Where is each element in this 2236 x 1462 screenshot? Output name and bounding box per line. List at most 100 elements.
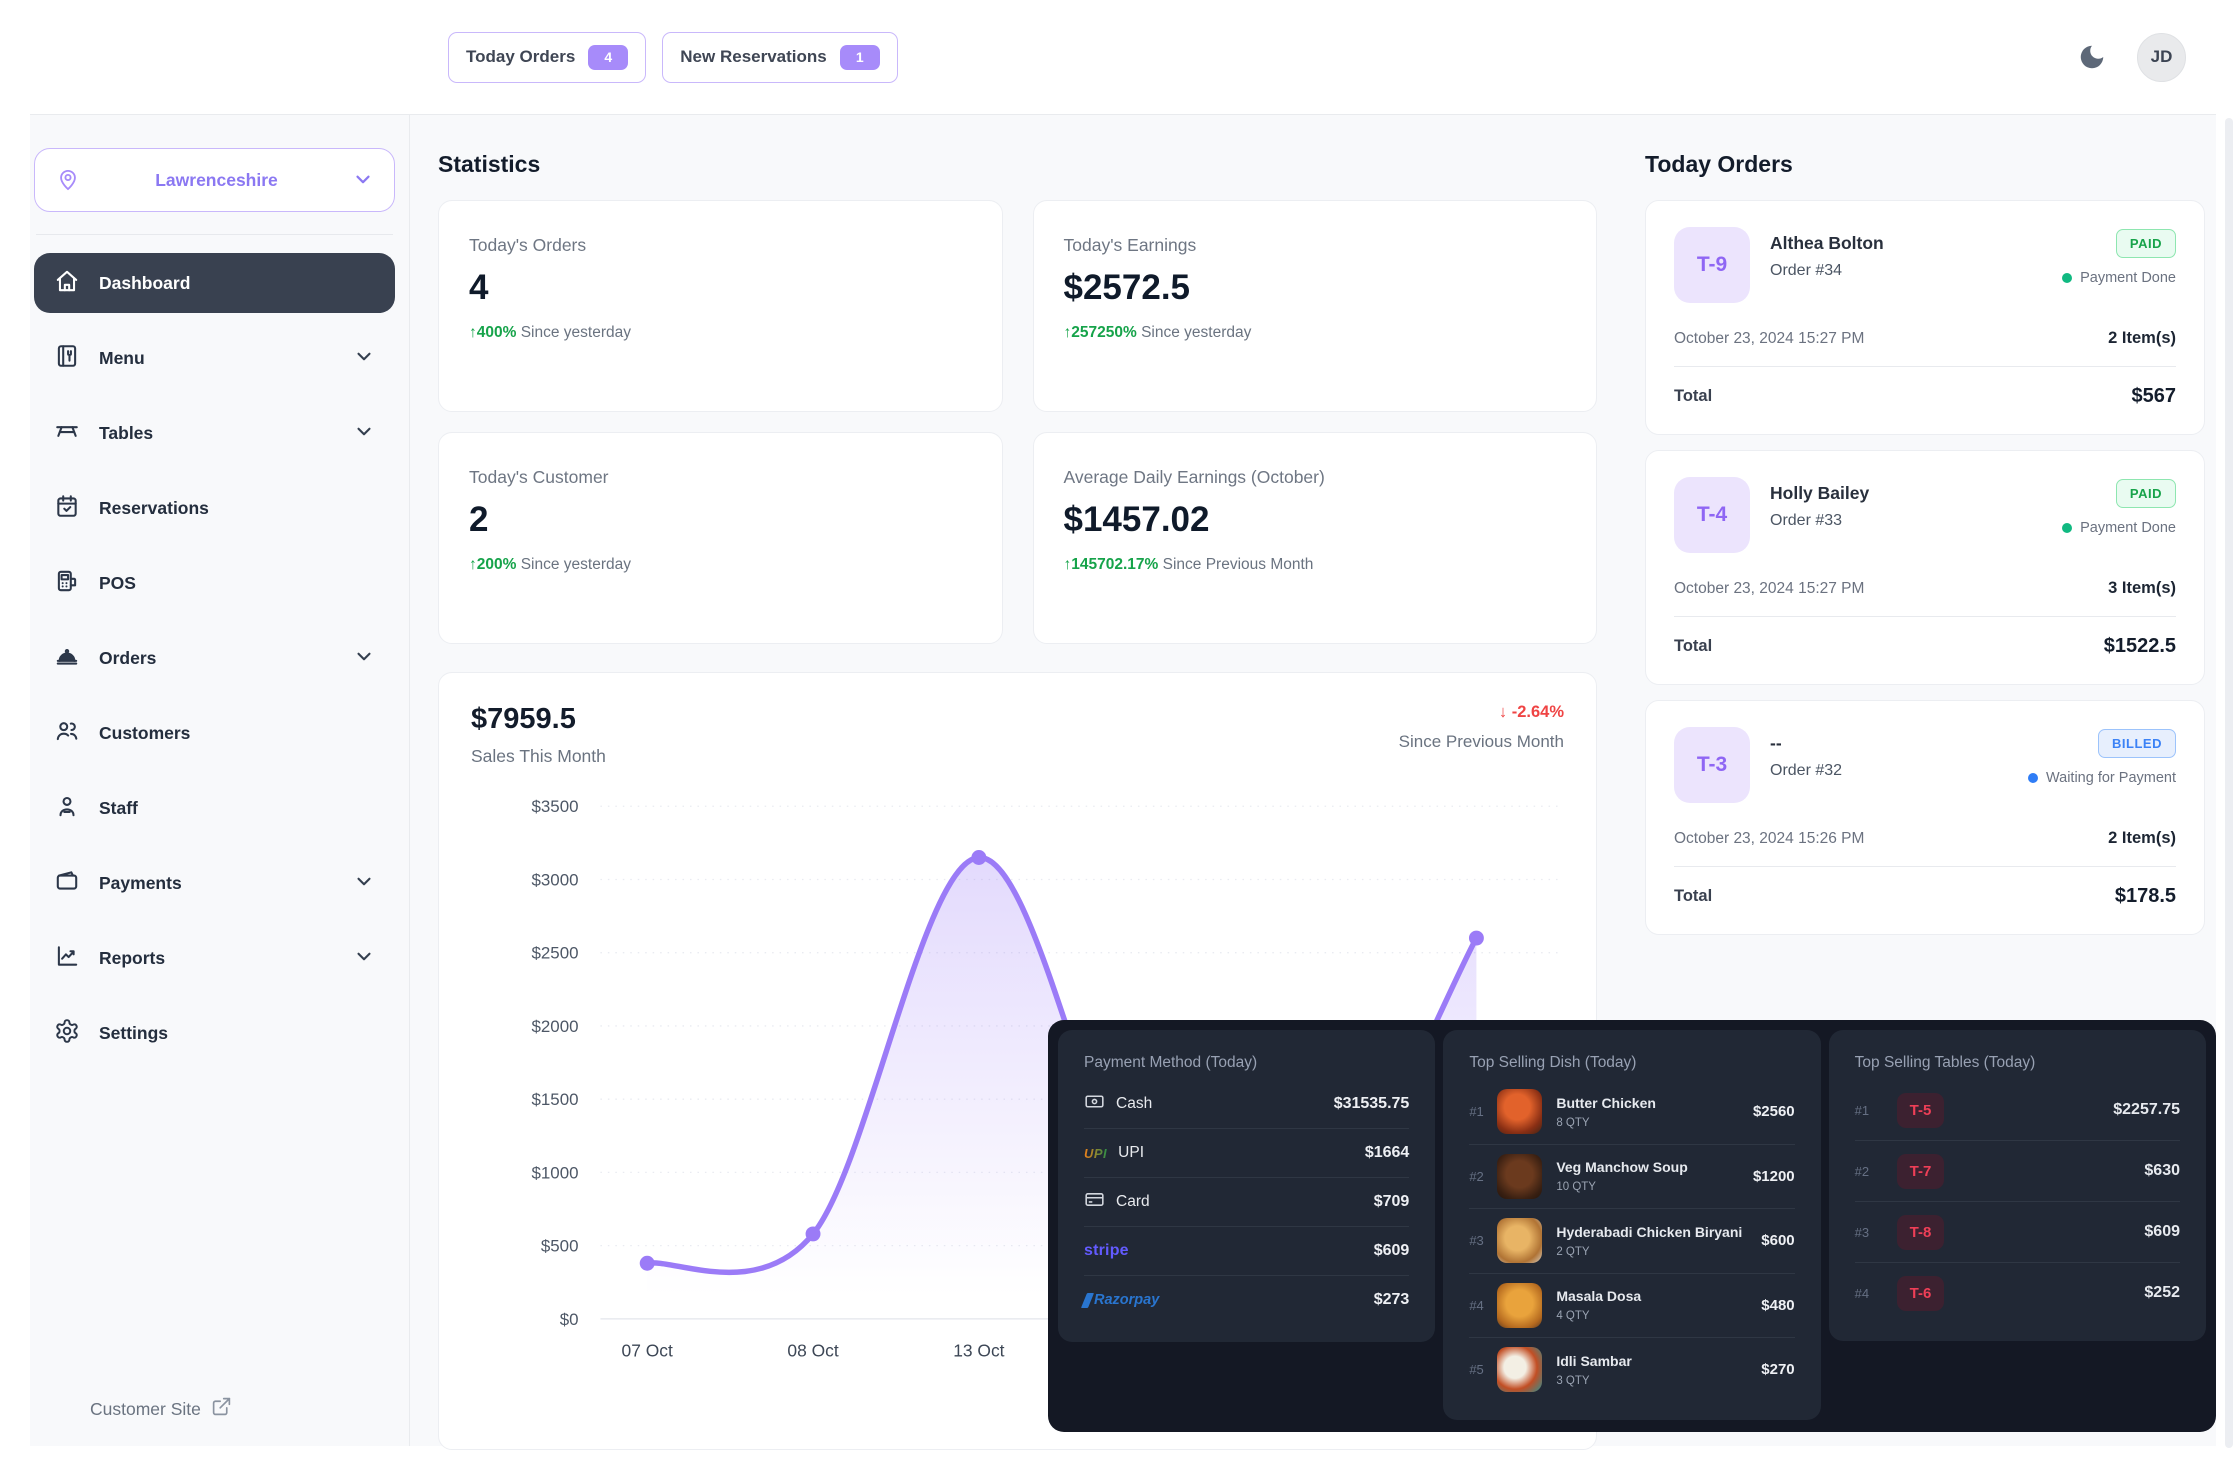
payment-method-label: Cash (1116, 1095, 1152, 1113)
divider (1674, 616, 2176, 617)
sidebar-item-dashboard[interactable]: Dashboard (34, 253, 395, 313)
dish-qty: 4 QTY (1556, 1310, 1749, 1322)
dish-qty: 2 QTY (1556, 1246, 1749, 1258)
page-scrollbar[interactable] (2225, 118, 2233, 1448)
order-card[interactable]: T-4 Holly Bailey Order #33 PAID Payment … (1645, 450, 2205, 685)
payment-row: UPIUPI $1664 (1084, 1129, 1409, 1178)
dish-name: Veg Manchow Soup (1556, 1159, 1741, 1175)
sidebar-item-label: Settings (99, 1023, 375, 1044)
payment-amount: $609 (1374, 1242, 1410, 1260)
sidebar-item-pos[interactable]: POS (34, 553, 395, 613)
dish-amount: $600 (1761, 1232, 1794, 1249)
total-label: Total (1674, 637, 1712, 656)
payment-row: Razorpay $273 (1084, 1276, 1409, 1324)
sidebar-item-tables[interactable]: Tables (34, 403, 395, 463)
sidebar-item-label: Reports (99, 948, 334, 969)
insights-overlay: Payment Method (Today) Cash $31535.75 UP… (1048, 1020, 2216, 1432)
sidebar-item-payments[interactable]: Payments (34, 853, 395, 913)
svg-text:$0: $0 (560, 1310, 579, 1329)
payment-method-title: Payment Method (Today) (1084, 1054, 1409, 1072)
sidebar-item-reports[interactable]: Reports (34, 928, 395, 988)
table-amount: $2257.75 (2113, 1101, 2180, 1119)
dish-name: Butter Chicken (1556, 1095, 1741, 1111)
svg-text:$3500: $3500 (531, 797, 578, 816)
chevron-down-icon (353, 870, 375, 897)
stat-cards: Today's Orders 4 ↑400% Since yesterday T… (438, 200, 1597, 644)
payment-amount: $273 (1374, 1291, 1410, 1309)
payment-amount: $709 (1374, 1193, 1410, 1211)
sidebar-item-label: Menu (99, 348, 334, 369)
table-badge: T-4 (1674, 477, 1750, 553)
stat-card-average-daily-earnings: Average Daily Earnings (October) $1457.0… (1033, 432, 1598, 644)
stat-value: 4 (469, 268, 972, 308)
sidebar-item-label: Staff (99, 798, 375, 819)
sidebar-item-staff[interactable]: Staff (34, 778, 395, 838)
up-arrow-icon: ↑ (469, 324, 477, 341)
dish-row: #1 Butter Chicken8 QTY $2560 (1469, 1080, 1794, 1145)
up-arrow-icon: ↑ (469, 556, 477, 573)
dish-photo (1497, 1154, 1542, 1199)
payment-method-panel: Payment Method (Today) Cash $31535.75 UP… (1058, 1030, 1435, 1342)
dish-name: Masala Dosa (1556, 1288, 1749, 1304)
stat-value: $1457.02 (1064, 500, 1567, 540)
sidebar: Lawrenceshire Dashboard Menu (30, 115, 410, 1446)
dark-mode-toggle[interactable] (2073, 38, 2111, 76)
dish-rank: #2 (1469, 1169, 1497, 1184)
customer-site-link[interactable]: Customer Site (34, 1396, 395, 1422)
table-badge: T-9 (1674, 227, 1750, 303)
order-items-count: 3 Item(s) (2108, 579, 2176, 598)
person-icon (54, 793, 80, 824)
sidebar-item-label: Payments (99, 873, 334, 894)
dish-qty: 8 QTY (1556, 1117, 1741, 1129)
payment-amount: $31535.75 (1334, 1095, 1410, 1113)
dish-photo (1497, 1218, 1542, 1263)
user-avatar[interactable]: JD (2137, 33, 2186, 82)
dish-rank: #1 (1469, 1104, 1497, 1119)
today-orders-button[interactable]: Today Orders 4 (448, 32, 646, 83)
sidebar-item-customers[interactable]: Customers (34, 703, 395, 763)
order-card[interactable]: T-9 Althea Bolton Order #34 PAID Payment… (1645, 200, 2205, 435)
stat-card-todays-earnings: Today's Earnings $2572.5 ↑257250% Since … (1033, 200, 1598, 412)
sidebar-item-menu[interactable]: Menu (34, 328, 395, 388)
sidebar-item-settings[interactable]: Settings (34, 1003, 395, 1063)
external-link-icon (211, 1396, 232, 1422)
status-badge: PAID (2116, 479, 2176, 508)
location-selector[interactable]: Lawrenceshire (34, 148, 395, 212)
payment-amount: $1664 (1365, 1144, 1410, 1162)
cloche-icon (54, 643, 80, 674)
sidebar-item-label: Tables (99, 423, 334, 444)
today-orders-count-badge: 4 (588, 45, 628, 70)
payment-status-text: Payment Done (2080, 520, 2176, 536)
sidebar-nav: Dashboard Menu Tables Reservation (34, 253, 395, 1078)
stat-change-period: Since yesterday (521, 556, 631, 573)
table-id-badge: T-5 (1897, 1093, 1945, 1128)
new-reservations-count-badge: 1 (840, 45, 880, 70)
svg-text:$500: $500 (541, 1237, 579, 1256)
new-reservations-button[interactable]: New Reservations 1 (662, 32, 897, 83)
table-rank: #1 (1855, 1103, 1883, 1118)
dish-amount: $270 (1761, 1361, 1794, 1378)
status-badge: PAID (2116, 229, 2176, 258)
stat-title: Today's Earnings (1064, 235, 1567, 256)
dish-name: Hyderabadi Chicken Biryani (1556, 1224, 1749, 1240)
sidebar-item-orders[interactable]: Orders (34, 628, 395, 688)
stat-title: Average Daily Earnings (October) (1064, 467, 1567, 488)
table-badge: T-3 (1674, 727, 1750, 803)
table-row: #2 T-7 $630 (1855, 1141, 2180, 1202)
sidebar-item-label: Reservations (99, 498, 375, 519)
customer-name: -- (1770, 733, 1842, 754)
stat-value: $2572.5 (1064, 268, 1567, 308)
sidebar-item-reservations[interactable]: Reservations (34, 478, 395, 538)
sales-change-pct: -2.64% (1512, 703, 1564, 721)
sales-total: $7959.5 (471, 703, 606, 736)
dish-amount: $480 (1761, 1297, 1794, 1314)
payment-status-text: Waiting for Payment (2046, 770, 2176, 786)
table-id-badge: T-7 (1897, 1154, 1945, 1189)
avatar-initials: JD (2151, 47, 2173, 67)
dish-photo (1497, 1347, 1542, 1392)
dish-rank: #3 (1469, 1233, 1497, 1248)
order-card[interactable]: T-3 -- Order #32 BILLED Waiting for Paym… (1645, 700, 2205, 935)
pos-terminal-icon (54, 568, 80, 599)
order-number: Order #32 (1770, 762, 1842, 780)
chevron-down-icon (353, 345, 375, 372)
